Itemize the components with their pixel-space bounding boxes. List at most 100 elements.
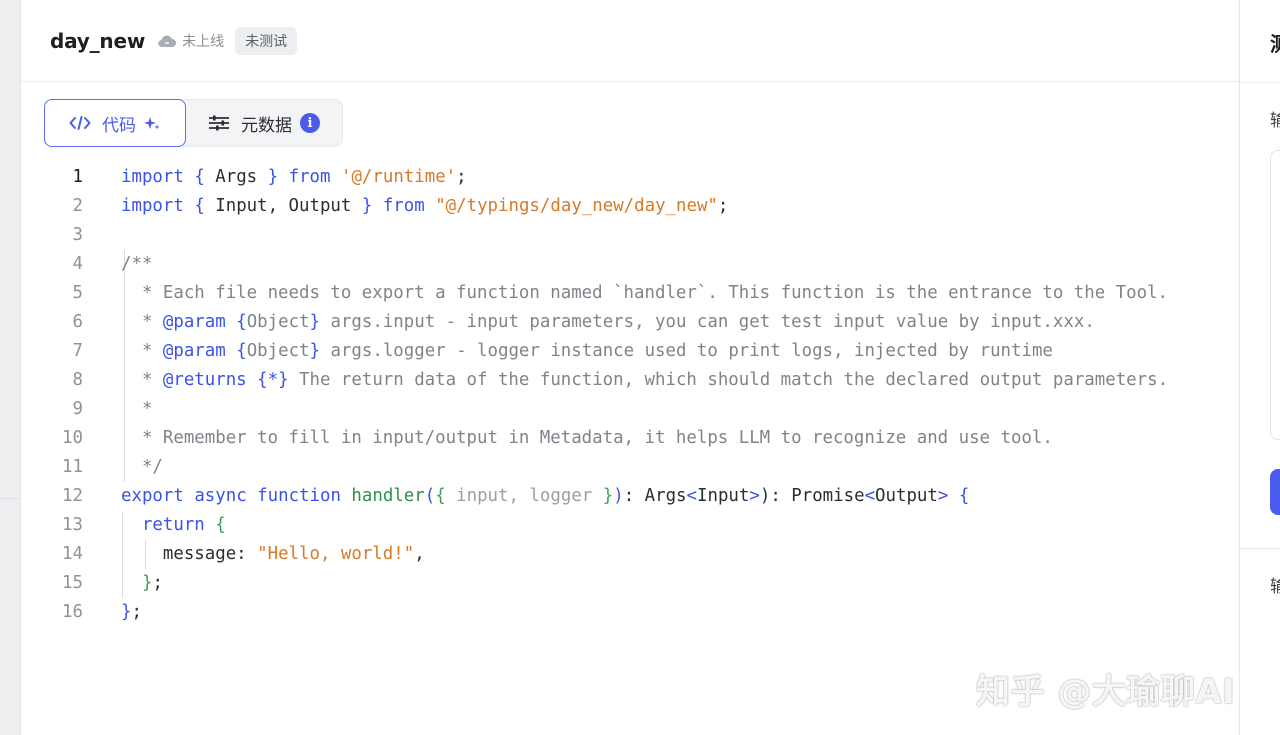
line-number: 15 [62, 573, 83, 593]
code-line[interactable]: 12 export async function handler({ input,… [21, 482, 1239, 511]
code-token: { [194, 167, 205, 187]
code-token: { [215, 515, 226, 535]
input-box[interactable] [1270, 150, 1280, 440]
code-token: { [236, 312, 247, 332]
code-token: {*} [257, 370, 289, 390]
code-token: } [309, 312, 320, 332]
line-code: * @param {Object} args.logger - logger i… [121, 337, 1053, 366]
line-number: 13 [62, 515, 83, 535]
code-token: async [194, 486, 247, 506]
code-line[interactable]: 4 /** [21, 250, 1239, 279]
code-token: Object [246, 341, 310, 361]
code-token: "Hello, world!" [257, 544, 415, 564]
code-token: /** [121, 254, 153, 274]
code-token: The return data of the function, which s… [288, 370, 1169, 390]
line-number: 5 [72, 283, 83, 303]
code-token: import [121, 167, 184, 187]
line-code: */ [121, 453, 163, 482]
code-token: * [121, 341, 163, 361]
code-token: Output [875, 486, 938, 506]
code-line[interactable]: 15 }; [21, 569, 1239, 598]
code-token: } [361, 196, 373, 216]
code-line[interactable]: 3 [21, 221, 1239, 250]
code-token: ; [456, 167, 467, 187]
line-number: 7 [72, 341, 83, 361]
code-token: ; [152, 573, 163, 593]
publish-status: 未上线 [157, 31, 224, 51]
code-line[interactable]: 13 return { [21, 511, 1239, 540]
code-token: input, logger [445, 486, 603, 506]
line-code: import { Args } from '@/runtime'; [121, 163, 467, 192]
line-number: 3 [72, 225, 83, 245]
code-token: ; [717, 196, 729, 216]
code-line[interactable]: 5 * Each file needs to export a function… [21, 279, 1239, 308]
code-token: } [309, 341, 320, 361]
code-token: ): Promise [759, 486, 865, 506]
line-number: 11 [62, 457, 83, 477]
code-token: { [194, 196, 205, 216]
code-token: } [121, 602, 132, 622]
line-number: 4 [72, 254, 83, 274]
output-label: 输 [1270, 572, 1280, 597]
code-line[interactable]: 14 message: "Hello, world!", [21, 540, 1239, 569]
code-line[interactable]: 7 * @param {Object} args.logger - logger… [21, 337, 1239, 366]
code-line[interactable]: 2 import { Input, Output } from "@/typing… [21, 192, 1239, 221]
code-token: Input [697, 486, 750, 506]
output-divider [1240, 548, 1280, 549]
sparkle-icon [144, 115, 160, 131]
code-panel: day_new 未上线 未测试 代码 元数据 i 1 import {Args… [21, 0, 1239, 735]
code-token: function [257, 486, 341, 506]
code-line[interactable]: 9 * [21, 395, 1239, 424]
code-token: export [121, 486, 184, 506]
code-line[interactable]: 8 * @returns {*} The return data of the … [21, 366, 1239, 395]
code-token: return [141, 515, 205, 535]
line-code: * @param {Object} args.input - input par… [121, 308, 1095, 337]
code-line[interactable]: 6 * @param {Object} args.input - input p… [21, 308, 1239, 337]
tab-code-label: 代码 [102, 115, 136, 136]
code-token: * [121, 312, 163, 332]
code-line[interactable]: 1 import { Args } from '@/runtime'; [21, 163, 1239, 192]
run-button[interactable] [1270, 469, 1280, 515]
code-token: handler [351, 486, 425, 506]
code-line[interactable]: 10 * Remember to fill in input/output in… [21, 424, 1239, 453]
code-token: message: [121, 544, 258, 564]
tool-header: day_new 未上线 未测试 [21, 0, 1239, 82]
code-token: ( [424, 486, 436, 506]
code-line[interactable]: 11 */ [21, 453, 1239, 482]
code-token: Args [204, 167, 268, 187]
line-number: 2 [72, 196, 83, 216]
line-code: export async function handler( { input, l… [121, 482, 969, 511]
line-code: import { Input, Output } from "@/typings… [121, 192, 728, 221]
code-editor[interactable]: 1 import { Args } from '@/runtime'; 2 impor… [21, 163, 1239, 643]
code-token: < [864, 486, 876, 506]
info-icon[interactable]: i [300, 113, 320, 133]
tab-metadata[interactable]: 元数据 i [186, 100, 342, 146]
line-code: * [121, 395, 152, 424]
line-code: /** [121, 250, 152, 279]
code-line[interactable]: 16}; [21, 598, 1239, 627]
sidebar-divider [0, 498, 21, 499]
tab-code[interactable]: 代码 [44, 99, 186, 147]
code-token: "@/typings/day_new/day_new" [435, 196, 718, 216]
left-sidebar-strip [0, 0, 21, 735]
code-token: ) [613, 486, 624, 506]
code-token: @param [162, 312, 226, 332]
editor-tabs: 代码 元数据 i [44, 99, 343, 147]
code-token: } [267, 167, 279, 187]
code-token: { [958, 486, 970, 506]
cloud-icon [158, 35, 177, 47]
line-code: * @returns {*} The return data of the fu… [121, 366, 1168, 395]
code-token: @returns [162, 370, 247, 390]
line-code: }; [121, 598, 142, 627]
line-code: }; [121, 569, 163, 598]
